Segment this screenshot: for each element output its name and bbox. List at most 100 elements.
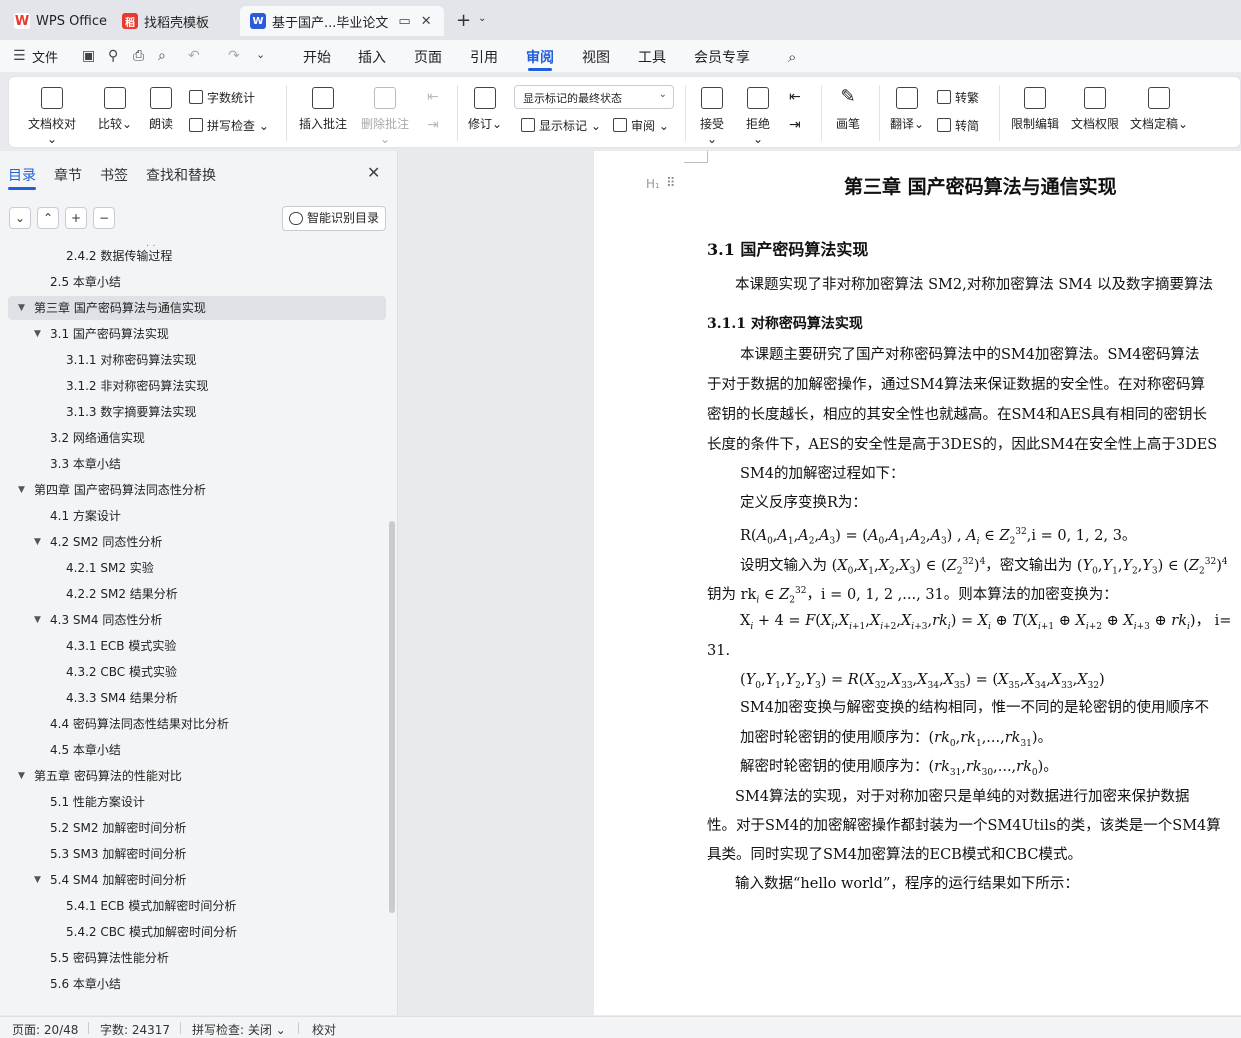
menu-view[interactable]: 视图: [582, 47, 610, 67]
chevron-down-icon[interactable]: ⌄: [478, 13, 486, 24]
doc-finalize-button[interactable]: 文档定稿⌄: [1129, 87, 1189, 132]
expand-caret-icon[interactable]: ▼: [18, 478, 25, 502]
menu-page[interactable]: 页面: [414, 47, 442, 67]
new-tab-icon[interactable]: +: [456, 10, 471, 31]
search-icon[interactable]: ⌕: [788, 48, 796, 66]
expand-caret-icon[interactable]: ▼: [34, 322, 41, 346]
insert-comment-button[interactable]: 插入批注: [297, 87, 349, 132]
toc-item[interactable]: 4.5 本章小结: [8, 738, 386, 762]
undo-icon[interactable]: ↶: [188, 48, 200, 64]
toc-item[interactable]: ▼ 5.4 SM4 加解密时间分析: [8, 868, 386, 892]
tab-docer-templates[interactable]: 稻 找稻壳模板: [112, 6, 219, 36]
menu-reference[interactable]: 引用: [470, 47, 498, 67]
toc-item[interactable]: 3.1.2 非对称密码算法实现: [8, 374, 386, 398]
toc-item[interactable]: ▼ 第四章 国产密码算法同态性分析: [8, 478, 386, 502]
next-comment-icon[interactable]: ⇥: [427, 117, 439, 133]
remove-heading-icon[interactable]: −: [93, 207, 115, 229]
toc-item[interactable]: 5.3 SM3 加解密时间分析: [8, 842, 386, 866]
proofread-status[interactable]: 校对: [312, 1021, 336, 1038]
toc-item[interactable]: ▼ 3.1 国产密码算法实现: [8, 322, 386, 346]
accept-button[interactable]: 接受⌄: [695, 87, 729, 146]
toc-item[interactable]: 4.1 方案设计: [8, 504, 386, 528]
word-count-indicator[interactable]: 字数: 24317: [100, 1021, 170, 1038]
toc-item[interactable]: ▼ 第三章 国产密码算法与通信实现: [8, 296, 386, 320]
toc-item[interactable]: 4.3.3 SM4 结果分析: [8, 686, 386, 710]
toc-item[interactable]: 4.3.2 CBC 模式实验: [8, 660, 386, 684]
menu-tools[interactable]: 工具: [638, 47, 666, 67]
previous-revision-icon[interactable]: ⇤: [789, 89, 801, 105]
print-preview-icon[interactable]: ⌕: [158, 48, 166, 64]
markup-state-select[interactable]: 显示标记的最终状态 ⌄: [514, 85, 674, 109]
drag-handle-icon[interactable]: ⠿: [666, 176, 675, 191]
compare-button[interactable]: 比较⌄: [95, 87, 135, 132]
toc-item[interactable]: 5.2 SM2 加解密时间分析: [8, 816, 386, 840]
menu-file[interactable]: 文件: [32, 47, 58, 66]
page-indicator[interactable]: 页面: 20/48: [12, 1021, 78, 1038]
next-revision-icon[interactable]: ⇥: [789, 117, 801, 133]
tab-bookmarks[interactable]: 书签: [100, 165, 128, 185]
pen-button[interactable]: ✎ 画笔: [831, 87, 865, 132]
menu-member[interactable]: 会员专享: [694, 47, 750, 67]
to-traditional-button[interactable]: 转繁: [937, 89, 979, 106]
menu-review[interactable]: 审阅: [526, 47, 554, 67]
tab-thesis-document[interactable]: W 基于国产...毕业论文 ▭ ✕: [240, 6, 444, 36]
tab-wps-office[interactable]: W WPS Office: [4, 6, 117, 36]
toc-item[interactable]: 5.6 本章小结: [8, 972, 386, 996]
quick-access-more-icon[interactable]: ⌄: [256, 48, 265, 61]
collapse-down-icon[interactable]: ⌄: [9, 207, 31, 229]
redo-icon[interactable]: ↷: [228, 48, 240, 64]
restore-window-icon[interactable]: ▭: [398, 14, 410, 29]
toc-item[interactable]: 5.1 性能方案设计: [8, 790, 386, 814]
toc-item[interactable]: 3.1.3 数字摘要算法实现: [8, 400, 386, 424]
doc-check-button[interactable]: 文档校对⌄: [25, 87, 79, 146]
delete-comment-button[interactable]: 删除批注⌄: [357, 87, 413, 146]
read-aloud-button[interactable]: 朗读: [146, 87, 176, 132]
toc-item[interactable]: 3.3 本章小结: [8, 452, 386, 476]
review-pane-button[interactable]: 审阅 ⌄: [613, 117, 669, 134]
toc-item[interactable]: 3.1.1 对称密码算法实现: [8, 348, 386, 372]
hamburger-menu-icon[interactable]: ☰: [13, 48, 26, 64]
add-heading-icon[interactable]: +: [65, 207, 87, 229]
translate-button[interactable]: 翻译⌄: [889, 87, 925, 132]
close-panel-icon[interactable]: ✕: [367, 163, 380, 182]
to-simplified-button[interactable]: 转简: [937, 117, 979, 134]
reject-button[interactable]: 拒绝⌄: [741, 87, 775, 146]
tab-sections[interactable]: 章节: [54, 165, 82, 185]
toc-item[interactable]: 5.4.2 CBC 模式加解密时间分析: [8, 920, 386, 944]
toc-item[interactable]: 5.4.1 ECB 模式加解密时间分析: [8, 894, 386, 918]
restrict-edit-button[interactable]: 限制编辑: [1009, 87, 1061, 132]
toc-item[interactable]: ▼ 第五章 密码算法的性能对比: [8, 764, 386, 788]
expand-caret-icon[interactable]: ▼: [34, 530, 41, 554]
toc-item[interactable]: ▼ 4.3 SM4 同态性分析: [8, 608, 386, 632]
toc-item[interactable]: 5.5 密码算法性能分析: [8, 946, 386, 970]
toc-item[interactable]: 4.4 密码算法同态性结果对比分析: [8, 712, 386, 736]
smart-toc-button[interactable]: 智能识别目录: [282, 206, 386, 231]
expand-caret-icon[interactable]: ▼: [34, 868, 41, 892]
toc-item[interactable]: 4.2.2 SM2 结果分析: [8, 582, 386, 606]
toc-item[interactable]: 2.4.2 数据传输过程: [8, 244, 386, 268]
menu-insert[interactable]: 插入: [358, 47, 386, 67]
toc-item[interactable]: ▼ 4.2 SM2 同态性分析: [8, 530, 386, 554]
word-count-button[interactable]: 字数统计: [189, 89, 255, 106]
spell-check-status[interactable]: 拼写检查: 关闭 ⌄: [192, 1021, 286, 1038]
previous-comment-icon[interactable]: ⇤: [427, 89, 439, 105]
toc-scrollbar[interactable]: [389, 521, 395, 913]
save-icon[interactable]: ▣: [82, 48, 95, 64]
revise-button[interactable]: 修订⌄: [467, 87, 503, 132]
expand-caret-icon[interactable]: ▼: [18, 296, 25, 320]
tab-toc[interactable]: 目录: [8, 165, 36, 185]
expand-caret-icon[interactable]: ▼: [34, 608, 41, 632]
menu-start[interactable]: 开始: [303, 47, 331, 67]
spell-check-button[interactable]: 拼写检查 ⌄: [189, 117, 269, 134]
toc-item[interactable]: 4.3.1 ECB 模式实验: [8, 634, 386, 658]
heading-level-icon[interactable]: H₁: [646, 177, 660, 191]
toc-item[interactable]: 2.5 本章小结: [8, 270, 386, 294]
share-icon[interactable]: ⚲: [108, 48, 118, 64]
tab-find-replace[interactable]: 查找和替换: [146, 165, 216, 185]
close-tab-icon[interactable]: ✕: [421, 14, 432, 29]
show-markup-button[interactable]: 显示标记 ⌄: [521, 117, 601, 134]
print-icon[interactable]: ⎙: [133, 48, 144, 64]
collapse-up-icon[interactable]: ⌃: [37, 207, 59, 229]
toc-item[interactable]: 4.2.1 SM2 实验: [8, 556, 386, 580]
doc-permission-button[interactable]: 文档权限: [1069, 87, 1121, 132]
